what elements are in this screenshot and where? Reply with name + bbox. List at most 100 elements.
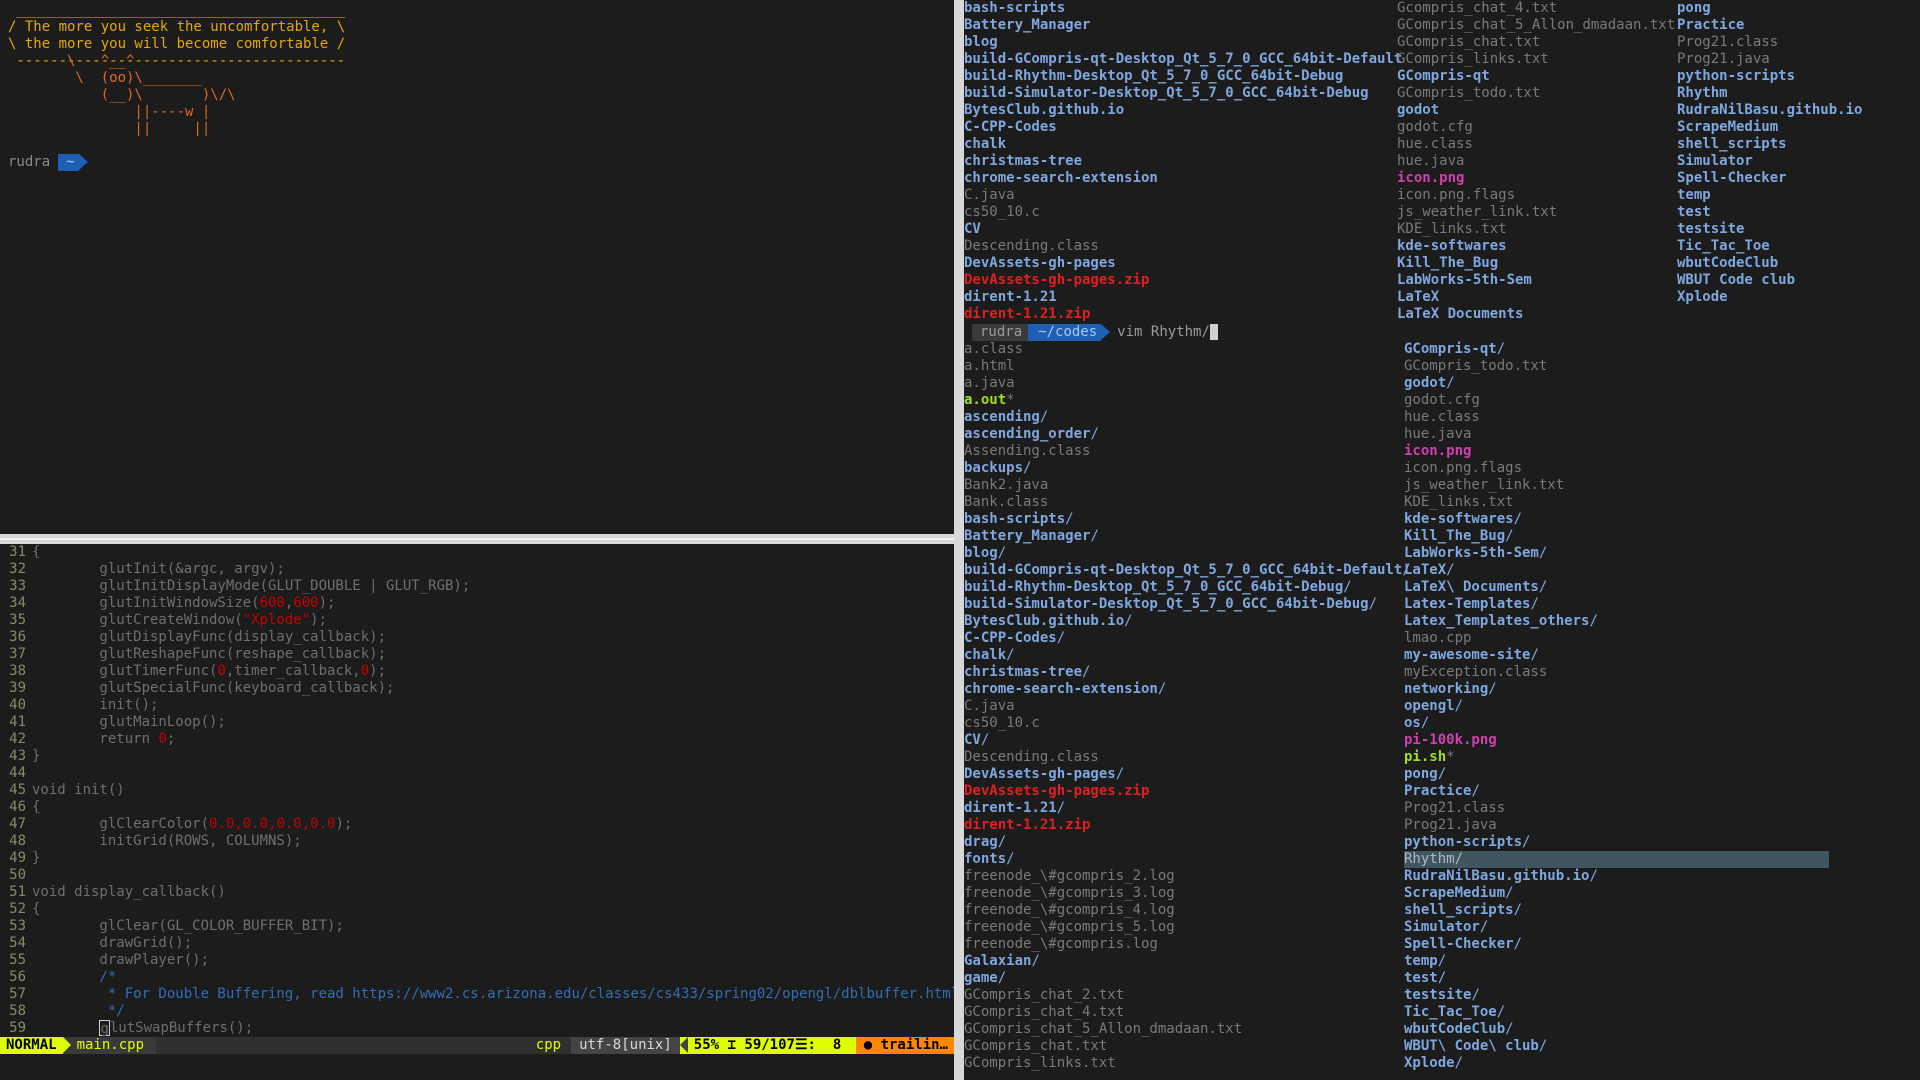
list-item[interactable]: testsite xyxy=(1677,221,1862,238)
list-item[interactable]: python-scripts/ xyxy=(1404,834,1829,851)
list-item[interactable]: Prog21.class xyxy=(1677,34,1862,51)
list-item[interactable]: build-Simulator-Desktop_Qt_5_7_0_GCC_64b… xyxy=(964,85,1402,102)
list-item[interactable]: Tic_Tac_Toe xyxy=(1677,238,1862,255)
list-item[interactable]: GCompris_chat_5_Allon_dmadaan.txt xyxy=(1397,17,1675,34)
list-item[interactable]: freenode_\#gcompris.log xyxy=(964,936,1411,953)
list-item[interactable]: Bank.class xyxy=(964,494,1411,511)
vim-editor-pane[interactable]: 31{32 glutInit(&argc, argv); 33 glutInitD… xyxy=(0,544,954,1080)
list-item[interactable]: dirent-1.21.zip xyxy=(964,817,1411,834)
list-item[interactable]: CV xyxy=(964,221,1402,238)
list-item[interactable]: testsite/ xyxy=(1404,987,1829,1004)
list-item[interactable]: icon.png xyxy=(1404,443,1829,460)
command-input[interactable]: vim Rhythm/ xyxy=(1101,324,1218,341)
list-item[interactable]: fonts/ xyxy=(964,851,1411,868)
terminal-pane-cowsay[interactable]: _______________________________________ … xyxy=(0,0,954,534)
list-item[interactable]: WBUT\ Code\ club/ xyxy=(1404,1038,1829,1055)
list-item[interactable]: Spell-Checker/ xyxy=(1404,936,1829,953)
list-item[interactable]: GCompris_todo.txt xyxy=(1404,358,1829,375)
list-item[interactable]: freenode_\#gcompris_2.log xyxy=(964,868,1411,885)
list-item[interactable]: dirent-1.21.zip xyxy=(964,306,1402,323)
list-item[interactable]: GCompris-qt xyxy=(1397,68,1675,85)
list-item[interactable]: Battery_Manager xyxy=(964,17,1402,34)
list-item[interactable]: freenode_\#gcompris_4.log xyxy=(964,902,1411,919)
list-item[interactable]: wbutCodeClub xyxy=(1677,255,1862,272)
list-item[interactable]: GCompris_todo.txt xyxy=(1397,85,1675,102)
list-item[interactable]: KDE_links.txt xyxy=(1404,494,1829,511)
list-item[interactable]: GCompris_chat.txt xyxy=(964,1038,1411,1055)
list-item[interactable]: Kill_The_Bug xyxy=(1397,255,1675,272)
list-item[interactable]: Spell-Checker xyxy=(1677,170,1862,187)
list-item[interactable]: WBUT Code club xyxy=(1677,272,1862,289)
list-item[interactable]: Prog21.java xyxy=(1404,817,1829,834)
list-item[interactable]: Latex_Templates_others/ xyxy=(1404,613,1829,630)
list-item[interactable]: Bank2.java xyxy=(964,477,1411,494)
list-item[interactable]: LaTeX\ Documents/ xyxy=(1404,579,1829,596)
list-item[interactable]: GCompris_chat.txt xyxy=(1397,34,1675,51)
list-item[interactable]: my-awesome-site/ xyxy=(1404,647,1829,664)
list-item[interactable]: kde-softwares xyxy=(1397,238,1675,255)
list-item[interactable]: pong/ xyxy=(1404,766,1829,783)
list-item[interactable]: Descending.class xyxy=(964,749,1411,766)
list-item[interactable]: BytesClub.github.io xyxy=(964,102,1402,119)
list-item[interactable]: hue.class xyxy=(1404,409,1829,426)
list-item[interactable]: cs50_10.c xyxy=(964,204,1402,221)
pane-divider-horizontal[interactable] xyxy=(0,534,954,544)
list-item[interactable]: C-CPP-Codes/ xyxy=(964,630,1411,647)
list-item[interactable]: backups/ xyxy=(964,460,1411,477)
list-item[interactable]: LabWorks-5th-Sem/ xyxy=(1404,545,1829,562)
list-item[interactable]: chrome-search-extension xyxy=(964,170,1402,187)
list-item[interactable]: Prog21.class xyxy=(1404,800,1829,817)
list-item[interactable]: test/ xyxy=(1404,970,1829,987)
list-item[interactable]: blog xyxy=(964,34,1402,51)
list-item[interactable]: DevAssets-gh-pages xyxy=(964,255,1402,272)
list-item[interactable]: Kill_The_Bug/ xyxy=(1404,528,1829,545)
list-item[interactable]: pi-100k.png xyxy=(1404,732,1829,749)
list-item[interactable]: Latex-Templates/ xyxy=(1404,596,1829,613)
list-item[interactable]: DevAssets-gh-pages/ xyxy=(964,766,1411,783)
list-item[interactable]: Simulator/ xyxy=(1404,919,1829,936)
list-item[interactable]: build-Rhythm-Desktop_Qt_5_7_0_GCC_64bit-… xyxy=(964,579,1411,596)
list-item[interactable]: ascending_order/ xyxy=(964,426,1411,443)
list-item[interactable]: a.out* xyxy=(964,392,1411,409)
list-item[interactable]: godot.cfg xyxy=(1397,119,1675,136)
list-item[interactable]: Assending.class xyxy=(964,443,1411,460)
list-item[interactable]: game/ xyxy=(964,970,1411,987)
list-item[interactable]: build-GCompris-qt-Desktop_Qt_5_7_0_GCC_6… xyxy=(964,51,1402,68)
list-item[interactable]: Gcompris_chat_4.txt xyxy=(1397,0,1675,17)
list-item[interactable]: Practice xyxy=(1677,17,1862,34)
list-item[interactable]: pi.sh* xyxy=(1404,749,1829,766)
list-item[interactable]: DevAssets-gh-pages.zip xyxy=(964,272,1402,289)
list-item[interactable]: build-Simulator-Desktop_Qt_5_7_0_GCC_64b… xyxy=(964,596,1411,613)
list-item[interactable]: test xyxy=(1677,204,1862,221)
list-item[interactable]: BytesClub.github.io/ xyxy=(964,613,1411,630)
list-item[interactable]: GCompris_chat_4.txt xyxy=(964,1004,1411,1021)
list-item[interactable]: icon.png.flags xyxy=(1404,460,1829,477)
list-item[interactable]: Descending.class xyxy=(964,238,1402,255)
list-item[interactable]: DevAssets-gh-pages.zip xyxy=(964,783,1411,800)
list-item[interactable]: Galaxian/ xyxy=(964,953,1411,970)
list-item[interactable]: LabWorks-5th-Sem xyxy=(1397,272,1675,289)
list-item[interactable]: ascending/ xyxy=(964,409,1411,426)
list-item[interactable]: LaTeX xyxy=(1397,289,1675,306)
list-item[interactable]: godot/ xyxy=(1404,375,1829,392)
list-item[interactable]: GCompris_chat_5_Allon_dmadaan.txt xyxy=(964,1021,1411,1038)
list-item[interactable]: dirent-1.21 xyxy=(964,289,1402,306)
list-item[interactable]: LaTeX/ xyxy=(1404,562,1829,579)
list-item[interactable]: GCompris-qt/ xyxy=(1404,341,1829,358)
list-item[interactable]: bash-scripts/ xyxy=(964,511,1411,528)
list-item[interactable]: C.java xyxy=(964,698,1411,715)
list-item[interactable]: a.class xyxy=(964,341,1411,358)
list-item[interactable]: icon.png.flags xyxy=(1397,187,1675,204)
list-item[interactable]: chrome-search-extension/ xyxy=(964,681,1411,698)
list-item[interactable]: Practice/ xyxy=(1404,783,1829,800)
list-item[interactable]: RudraNilBasu.github.io xyxy=(1677,102,1862,119)
list-item[interactable]: GCompris_links.txt xyxy=(1397,51,1675,68)
list-item[interactable]: wbutCodeClub/ xyxy=(1404,1021,1829,1038)
list-item[interactable]: Rhythm xyxy=(1677,85,1862,102)
list-item[interactable]: a.html xyxy=(964,358,1411,375)
list-item[interactable]: KDE_links.txt xyxy=(1397,221,1675,238)
list-item[interactable]: freenode_\#gcompris_3.log xyxy=(964,885,1411,902)
list-item[interactable]: dirent-1.21/ xyxy=(964,800,1411,817)
list-item[interactable]: freenode_\#gcompris_5.log xyxy=(964,919,1411,936)
list-item[interactable]: Prog21.java xyxy=(1677,51,1862,68)
